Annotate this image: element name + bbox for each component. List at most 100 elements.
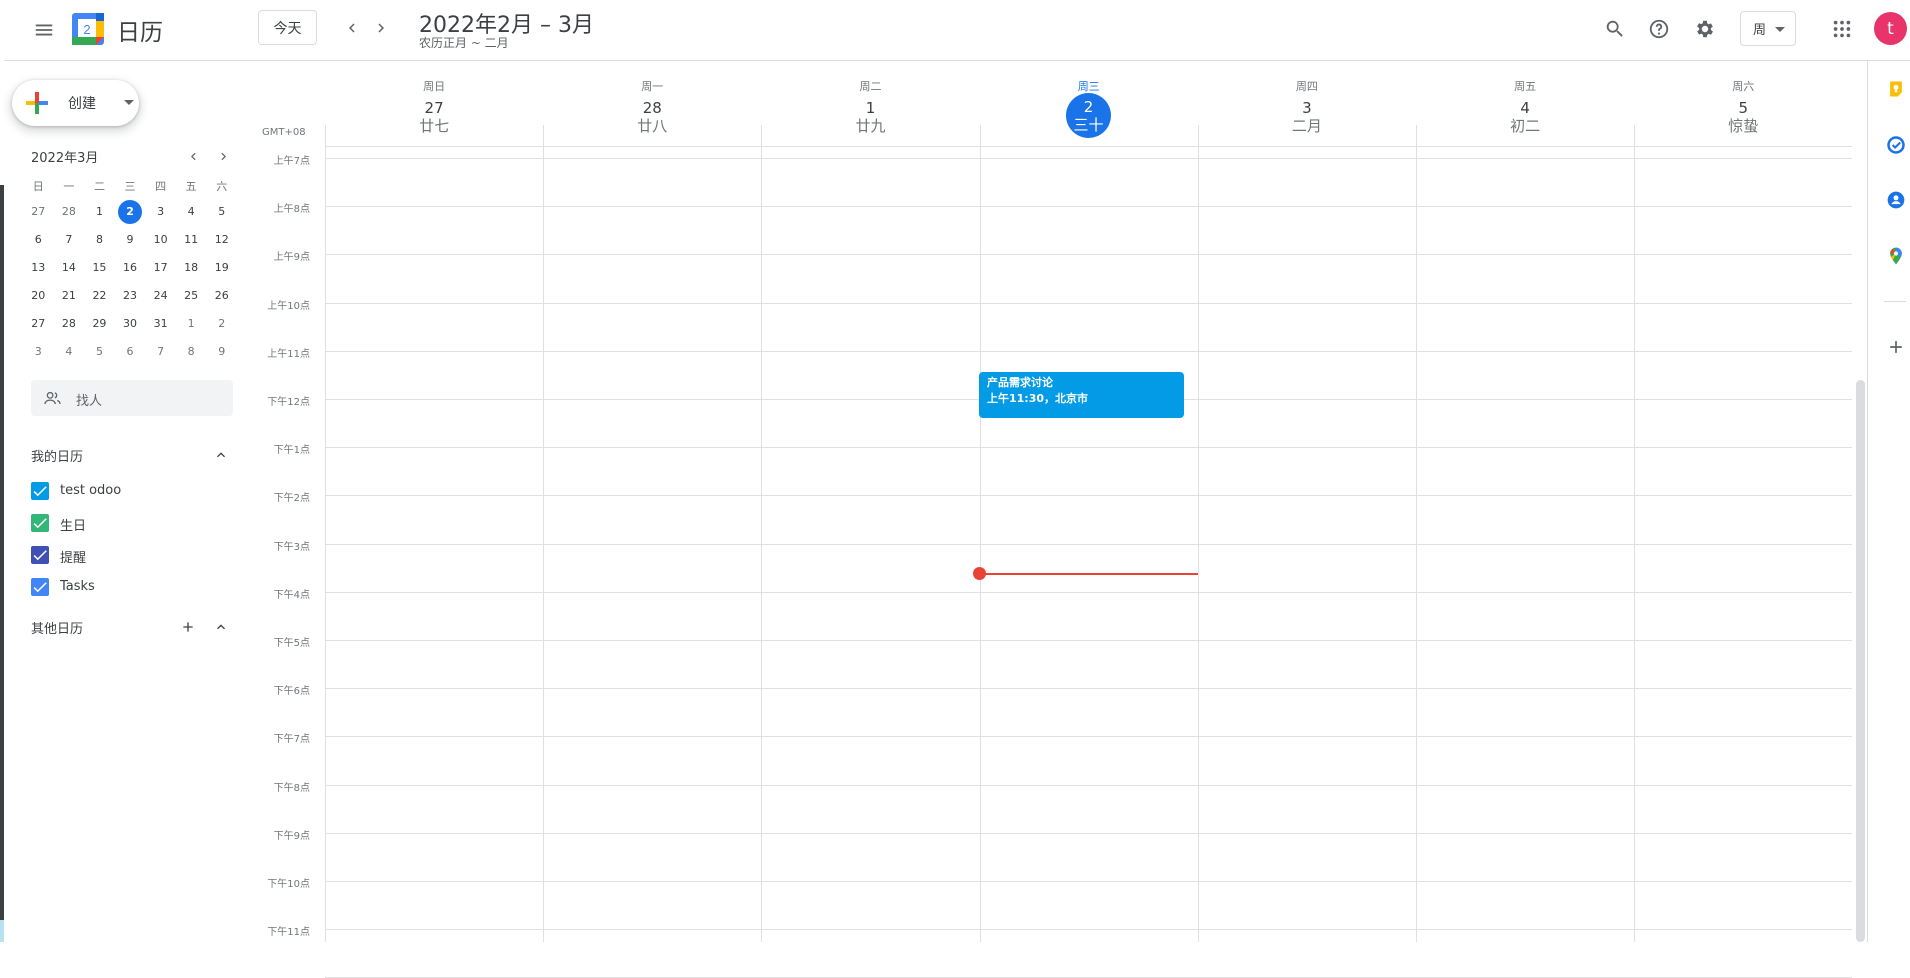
mini-day[interactable]: 18 bbox=[176, 256, 207, 280]
mini-next-month-button[interactable] bbox=[212, 145, 234, 167]
mini-prev-month-button[interactable] bbox=[182, 145, 204, 167]
mini-day[interactable]: 12 bbox=[206, 228, 237, 252]
mini-day[interactable]: 6 bbox=[23, 228, 54, 252]
mini-day[interactable]: 9 bbox=[206, 340, 237, 364]
create-button[interactable]: 创建 bbox=[12, 80, 139, 126]
settings-icon[interactable] bbox=[1690, 14, 1720, 44]
day-column-header[interactable]: 周日 27 廿七 bbox=[325, 61, 543, 146]
mini-day[interactable]: 3 bbox=[145, 200, 176, 224]
mini-weekday: 二 bbox=[93, 180, 105, 193]
mini-day[interactable]: 6 bbox=[115, 340, 146, 364]
hour-gridline bbox=[325, 929, 1852, 931]
contacts-icon[interactable] bbox=[1883, 187, 1909, 213]
mini-day[interactable]: 7 bbox=[145, 340, 176, 364]
day-column-header[interactable]: 周一 28 廿八 bbox=[543, 61, 761, 146]
mini-day[interactable]: 9 bbox=[115, 228, 146, 252]
lunar-date: 廿九 bbox=[855, 117, 886, 135]
avatar[interactable]: t bbox=[1874, 12, 1907, 45]
hour-gridline bbox=[325, 302, 1852, 304]
mini-day[interactable]: 11 bbox=[176, 228, 207, 252]
view-select[interactable]: 周 bbox=[1740, 11, 1796, 46]
next-week-button[interactable] bbox=[368, 15, 394, 41]
day-column-header[interactable]: 周六 5 惊蛰 bbox=[1634, 61, 1852, 146]
mini-day[interactable]: 31 bbox=[145, 312, 176, 336]
mini-day[interactable]: 8 bbox=[84, 228, 115, 252]
mini-day[interactable]: 19 bbox=[206, 256, 237, 280]
side-panel-divider bbox=[1884, 301, 1906, 302]
mini-day[interactable]: 28 bbox=[54, 312, 85, 336]
add-icon[interactable] bbox=[1883, 334, 1909, 360]
mini-day[interactable]: 2 bbox=[206, 312, 237, 336]
mini-day[interactable]: 10 bbox=[145, 228, 176, 252]
mini-day[interactable]: 1 bbox=[176, 312, 207, 336]
mini-day[interactable]: 5 bbox=[84, 340, 115, 364]
tasks-icon[interactable] bbox=[1883, 132, 1909, 158]
search-icon[interactable] bbox=[1600, 14, 1630, 44]
mini-day[interactable]: 1 bbox=[84, 200, 115, 224]
mini-day[interactable]: 2 bbox=[115, 200, 146, 224]
mini-day[interactable]: 22 bbox=[84, 284, 115, 308]
hour-label: 下午9点 bbox=[273, 830, 310, 842]
collapse-other-calendars-button[interactable] bbox=[210, 616, 232, 638]
hour-label: 上午8点 bbox=[273, 204, 310, 216]
mini-day[interactable]: 7 bbox=[54, 228, 85, 252]
header-divider bbox=[325, 146, 1852, 147]
day-column-divider bbox=[543, 125, 545, 942]
mini-day[interactable]: 16 bbox=[115, 256, 146, 280]
mini-day[interactable]: 27 bbox=[23, 312, 54, 336]
maps-icon[interactable] bbox=[1883, 243, 1909, 269]
view-select-label: 周 bbox=[1753, 23, 1767, 38]
collapse-my-calendars-button[interactable] bbox=[210, 444, 232, 466]
checkbox-checked-icon[interactable] bbox=[31, 514, 49, 532]
hour-label: 下午2点 bbox=[273, 493, 310, 505]
hour-label: 下午3点 bbox=[273, 541, 310, 553]
mini-weekday-row: 日 一 二 三 四 五 六 bbox=[23, 176, 237, 198]
mini-day[interactable]: 29 bbox=[84, 312, 115, 336]
calendar-item-tasks[interactable]: Tasks bbox=[31, 572, 231, 600]
mini-day[interactable]: 13 bbox=[23, 256, 54, 280]
prev-week-button[interactable] bbox=[339, 15, 365, 41]
checkbox-checked-icon[interactable] bbox=[31, 546, 49, 564]
mini-day[interactable]: 15 bbox=[84, 256, 115, 280]
mini-day[interactable]: 4 bbox=[176, 200, 207, 224]
mini-day[interactable]: 4 bbox=[54, 340, 85, 364]
mini-day[interactable]: 14 bbox=[54, 256, 85, 280]
mini-day[interactable]: 8 bbox=[176, 340, 207, 364]
apps-icon[interactable] bbox=[1827, 14, 1857, 44]
hour-gridline bbox=[325, 206, 1852, 208]
calendar-item-label: Tasks bbox=[60, 579, 95, 594]
scrollbar-thumb[interactable] bbox=[1856, 380, 1865, 942]
mini-day[interactable]: 23 bbox=[115, 284, 146, 308]
mini-day[interactable]: 24 bbox=[145, 284, 176, 308]
checkbox-checked-icon[interactable] bbox=[31, 578, 49, 596]
mini-day[interactable]: 17 bbox=[145, 256, 176, 280]
search-people-input[interactable]: 找人 bbox=[31, 380, 233, 416]
help-icon[interactable] bbox=[1644, 14, 1674, 44]
hour-gridline bbox=[325, 784, 1852, 786]
mini-day[interactable]: 25 bbox=[176, 284, 207, 308]
checkbox-checked-icon[interactable] bbox=[31, 482, 49, 500]
add-other-calendar-button[interactable] bbox=[177, 616, 199, 638]
calendar-item-birthdays[interactable]: 生日 bbox=[31, 508, 231, 536]
mini-day[interactable]: 28 bbox=[54, 200, 85, 224]
mini-day[interactable]: 27 bbox=[23, 200, 54, 224]
mini-day[interactable]: 20 bbox=[23, 284, 54, 308]
keep-icon[interactable] bbox=[1883, 76, 1909, 102]
mini-calendar: 日 一 二 三 四 五 六 27 28 1 2 3 4 5 6 7 8 9 10 11 12 13 14 15 1… bbox=[23, 176, 237, 366]
event-product-requirements[interactable]: 产品需求讨论 上午11:30，北京市 bbox=[979, 372, 1184, 418]
mini-week-row: 3456789 bbox=[23, 338, 237, 366]
day-column-header[interactable]: 周五 4 初二 bbox=[1416, 61, 1634, 146]
mini-day[interactable]: 26 bbox=[206, 284, 237, 308]
mini-day[interactable]: 21 bbox=[54, 284, 85, 308]
mini-day[interactable]: 30 bbox=[115, 312, 146, 336]
calendar-item-test-odoo[interactable]: test odoo bbox=[31, 476, 231, 504]
calendar-item-reminders[interactable]: 提醒 bbox=[31, 540, 231, 568]
day-column-header[interactable]: 周四 3 二月 bbox=[1198, 61, 1416, 146]
today-button[interactable]: 今天 bbox=[258, 10, 317, 45]
mini-day[interactable]: 5 bbox=[206, 200, 237, 224]
chevron-up-icon bbox=[217, 452, 225, 458]
hour-label: 下午12点 bbox=[267, 397, 310, 408]
menu-icon[interactable] bbox=[26, 12, 62, 48]
day-column-header[interactable]: 周二 1 廿九 bbox=[761, 61, 979, 146]
mini-day[interactable]: 3 bbox=[23, 340, 54, 364]
